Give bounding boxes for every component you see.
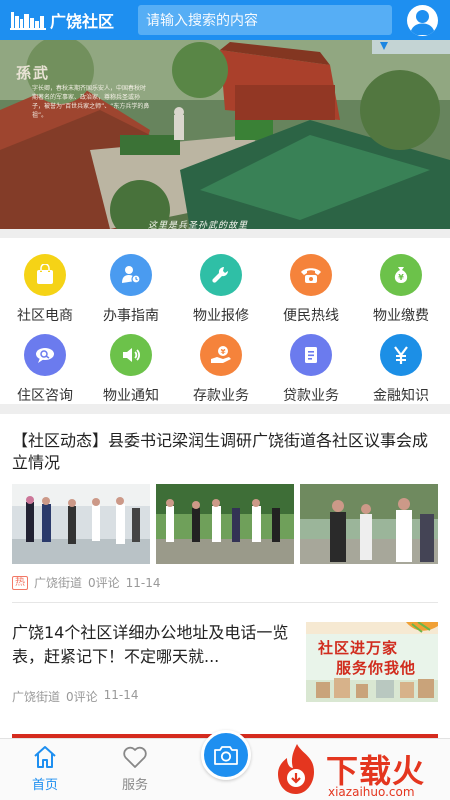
- service-label: 物业缴费: [373, 308, 429, 324]
- nav-service[interactable]: 服务: [105, 745, 165, 793]
- news-photo: [12, 484, 150, 564]
- service-hotline[interactable]: 便民热线: [266, 254, 356, 330]
- service-notice[interactable]: 物业通知: [86, 334, 176, 410]
- service-finance-knowledge[interactable]: 金融知识: [356, 334, 446, 410]
- section-divider: [0, 229, 450, 238]
- app-screen: 广饶社区 请输入搜索的内容 孫武 字长卿，春秋末期齐国乐安人，中国春秋时期著名的…: [0, 0, 450, 800]
- document-icon: [290, 334, 332, 376]
- nav-service-label: 服务: [121, 778, 148, 793]
- nav-home[interactable]: 首页: [15, 745, 75, 793]
- banner-title: 孫武: [16, 64, 51, 82]
- news-source: 广饶街道: [12, 690, 61, 704]
- news-meta: 广饶街道 0评论 11-14: [12, 688, 145, 705]
- camera-icon: [214, 746, 238, 765]
- watermark: 下载火 xiazaihuo.com: [268, 740, 450, 800]
- news-item[interactable]: 广饶14个社区详细办公地址及电话一览表，赶紧记下！不定哪天就... 广饶街道 0…: [0, 604, 450, 722]
- banner-footer-text: 这里是兵圣孙武的故里: [148, 221, 249, 229]
- watermark-url: xiazaihuo.com: [328, 785, 415, 799]
- phone-icon: [290, 254, 332, 296]
- news-item[interactable]: 【社区动态】县委书记梁润生调研广饶街道各社区议事会成立情况 热 广饶街道 0评论…: [0, 414, 450, 602]
- hot-badge: 热: [12, 575, 28, 590]
- speaker-icon: [110, 334, 152, 376]
- service-community-shop[interactable]: 社区电商: [0, 254, 90, 330]
- service-repair[interactable]: 物业报修: [176, 254, 266, 330]
- news-photo: [156, 484, 294, 564]
- news-photo: [300, 484, 438, 564]
- search-placeholder: 请输入搜索的内容: [146, 13, 258, 29]
- svg-text:¥: ¥: [398, 273, 404, 282]
- news-title: 广饶14个社区详细办公地址及电话一览表，赶紧记下！不定哪天就...: [12, 623, 289, 666]
- service-guide[interactable]: 办事指南: [86, 254, 176, 330]
- top-bar: 广饶社区 请输入搜索的内容: [0, 0, 450, 40]
- banner-carousel[interactable]: 孫武 字长卿，春秋末期齐国乐安人，中国春秋时期著名的军事家、政治家，尊称兵圣或孙…: [0, 40, 450, 229]
- shopping-bag-icon: [24, 254, 66, 296]
- section-divider: [0, 404, 450, 414]
- svg-text:¥: ¥: [221, 348, 226, 356]
- service-label: 办事指南: [103, 308, 159, 324]
- news-comments: 0评论: [66, 690, 98, 704]
- service-label: 金融知识: [373, 388, 429, 404]
- camera-button[interactable]: [201, 730, 251, 780]
- user-icon: [410, 10, 435, 35]
- news-meta: 热 广饶街道 0评论 11-14: [12, 574, 161, 591]
- news-date: 11-14: [103, 688, 139, 702]
- money-bag-icon: ¥: [380, 254, 422, 296]
- search-input[interactable]: 请输入搜索的内容: [138, 5, 392, 35]
- person-guide-icon: [110, 254, 152, 296]
- banner-caption: 字长卿，春秋末期齐国乐安人，中国春秋时期著名的军事家、政治家，尊称兵圣或孙子，被…: [32, 85, 150, 119]
- news-source: 广饶街道: [34, 576, 83, 590]
- service-label: 物业通知: [103, 388, 159, 404]
- app-logo: 广饶社区: [0, 8, 132, 32]
- list-divider: [12, 602, 438, 603]
- service-label: 便民热线: [283, 308, 339, 324]
- user-avatar-button[interactable]: [407, 5, 438, 36]
- services-grid: 社区电商 办事指南 物业报修 便民热线 ¥ 物业缴费 住区咨询 物业通知 ¥ 存…: [0, 238, 450, 404]
- news-date: 11-14: [125, 575, 161, 590]
- service-property-fee[interactable]: ¥ 物业缴费: [356, 254, 446, 330]
- deposit-hand-icon: ¥: [200, 334, 242, 376]
- news-title: 【社区动态】县委书记梁润生调研广饶街道各社区议事会成立情况: [12, 431, 429, 472]
- wrench-icon: [200, 254, 242, 296]
- yuan-icon: [380, 334, 422, 376]
- service-loan[interactable]: 贷款业务: [266, 334, 356, 410]
- news-thumbnail: 社区进万家 服务你我他: [306, 622, 438, 702]
- banner-image: [0, 40, 450, 229]
- home-icon: [34, 746, 56, 768]
- service-label: 存款业务: [193, 388, 249, 404]
- service-consult[interactable]: 住区咨询: [0, 334, 90, 410]
- news-comments: 0评论: [88, 576, 120, 590]
- nav-home-label: 首页: [31, 778, 58, 793]
- heart-icon: [123, 746, 147, 768]
- service-label: 住区咨询: [17, 388, 73, 404]
- service-label: 物业报修: [193, 308, 249, 324]
- service-label: 贷款业务: [283, 388, 339, 404]
- chat-search-icon: [24, 334, 66, 376]
- service-label: 社区电商: [17, 308, 73, 324]
- service-deposit[interactable]: ¥ 存款业务: [176, 334, 266, 410]
- promo-text: 社区进万家: [318, 639, 399, 657]
- promo-text: 服务你我他: [336, 659, 417, 677]
- app-name: 广饶社区: [50, 12, 115, 31]
- city-skyline-icon: [10, 12, 46, 30]
- fire-logo-icon: [278, 744, 314, 794]
